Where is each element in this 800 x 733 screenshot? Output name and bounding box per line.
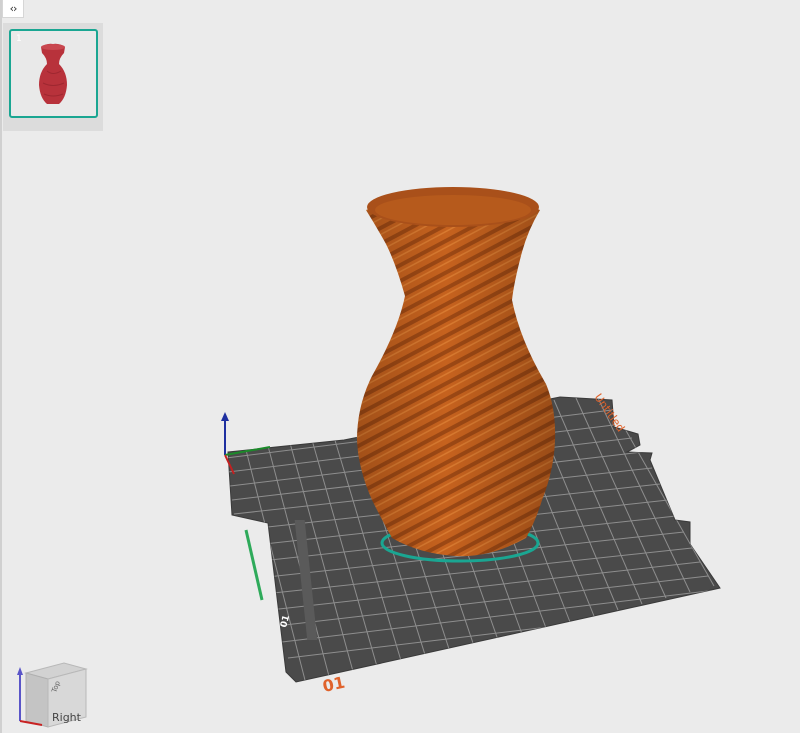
cube-left-face[interactable] bbox=[25, 672, 49, 728]
axis-marker-green bbox=[244, 529, 264, 601]
vase-model[interactable] bbox=[357, 187, 556, 557]
plate-front-number: 01 bbox=[321, 673, 347, 696]
view-cube[interactable]: Right Top bbox=[12, 655, 90, 731]
3d-viewport[interactable]: Untitled 01 01 bbox=[0, 0, 800, 733]
cube-face-label: Right bbox=[52, 711, 82, 724]
